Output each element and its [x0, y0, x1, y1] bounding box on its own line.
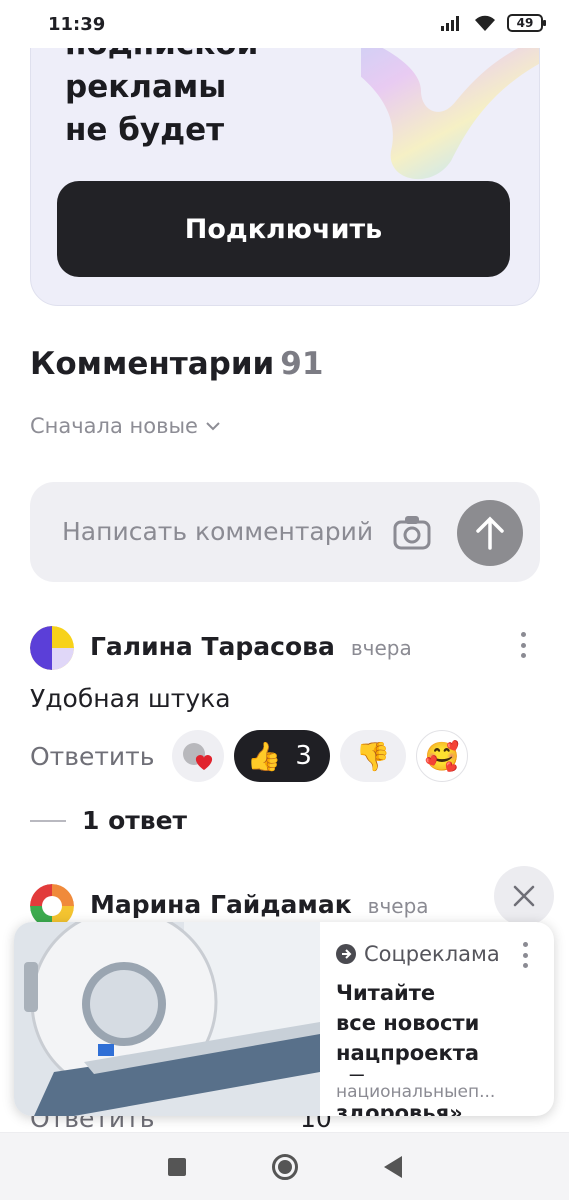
- author-name: Галина Тарасова: [90, 632, 335, 661]
- close-ad-button[interactable]: [494, 866, 554, 926]
- status-bar: 11:39 49: [0, 0, 569, 48]
- comment-author[interactable]: Марина Гайдамак вчера: [90, 890, 429, 919]
- thumbs-up-icon: 👍: [246, 739, 282, 773]
- comment-author[interactable]: Галина Тарасова вчера: [90, 632, 412, 661]
- replies-label: 1 ответ: [82, 806, 188, 835]
- home-button[interactable]: [271, 1153, 298, 1180]
- comment-time: вчера: [350, 636, 412, 660]
- comments-count: 91: [280, 346, 324, 382]
- comment-actions: Ответить 👍 3 👎 🥰: [30, 730, 468, 782]
- social-ad-banner[interactable]: Соцреклама Читайте все новости нацпроект…: [14, 922, 554, 1116]
- reply-button[interactable]: Ответить: [30, 742, 154, 771]
- chevron-down-icon: [206, 422, 220, 431]
- like-count: 3: [295, 741, 312, 771]
- hugging-face-icon: 🥰: [424, 739, 460, 773]
- ad-label: Соцреклама: [336, 942, 500, 966]
- heart-reaction-button[interactable]: [172, 730, 225, 782]
- author-name: Марина Гайдамак: [90, 890, 352, 919]
- battery-icon: 49: [507, 14, 546, 32]
- arrow-up-icon: [476, 516, 504, 550]
- ad-domain: национальныеп...: [336, 1076, 542, 1102]
- battery-level: 49: [516, 16, 534, 30]
- avatar[interactable]: [30, 626, 74, 670]
- comment-text: Удобная штука: [30, 684, 231, 713]
- wifi-icon: [475, 15, 495, 31]
- comment-input-placeholder: Написать комментарий: [62, 517, 374, 546]
- comment-time: вчера: [367, 894, 429, 918]
- comments-title-label: Комментарии: [30, 346, 275, 382]
- status-icons: 49: [441, 14, 546, 32]
- heart-icon: [183, 743, 213, 770]
- thumbs-down-icon: 👎: [355, 739, 391, 773]
- sort-dropdown[interactable]: Сначала новые: [30, 414, 220, 438]
- comments-title: Комментарии 91: [30, 346, 323, 382]
- sort-label: Сначала новые: [30, 414, 198, 438]
- like-reaction-button[interactable]: 👍 3: [234, 730, 330, 782]
- camera-icon[interactable]: [392, 512, 432, 552]
- subscribe-button[interactable]: Подключить: [57, 181, 510, 277]
- replies-divider: [30, 819, 66, 822]
- close-icon: [513, 885, 535, 907]
- ct-scanner-image: [14, 922, 320, 1116]
- system-nav-bar: [0, 1132, 569, 1200]
- comment-input[interactable]: Написать комментарий: [30, 482, 540, 582]
- ad-more-options-icon[interactable]: [522, 942, 528, 968]
- more-options-icon[interactable]: [520, 632, 526, 658]
- add-reaction-button[interactable]: 🥰: [415, 730, 468, 782]
- ad-label-text: Соцреклама: [364, 942, 500, 966]
- signal-icon: [441, 16, 459, 31]
- status-time: 11:39: [48, 14, 106, 35]
- send-button[interactable]: [457, 500, 523, 566]
- arrow-right-icon: [336, 944, 356, 964]
- comment-item: Галина Тарасова вчера Удобная штука Ответ…: [30, 626, 540, 846]
- recent-apps-button[interactable]: [167, 1157, 186, 1176]
- dislike-reaction-button[interactable]: 👎: [339, 730, 406, 782]
- back-button[interactable]: [383, 1155, 402, 1178]
- show-replies-button[interactable]: 1 ответ: [30, 806, 187, 835]
